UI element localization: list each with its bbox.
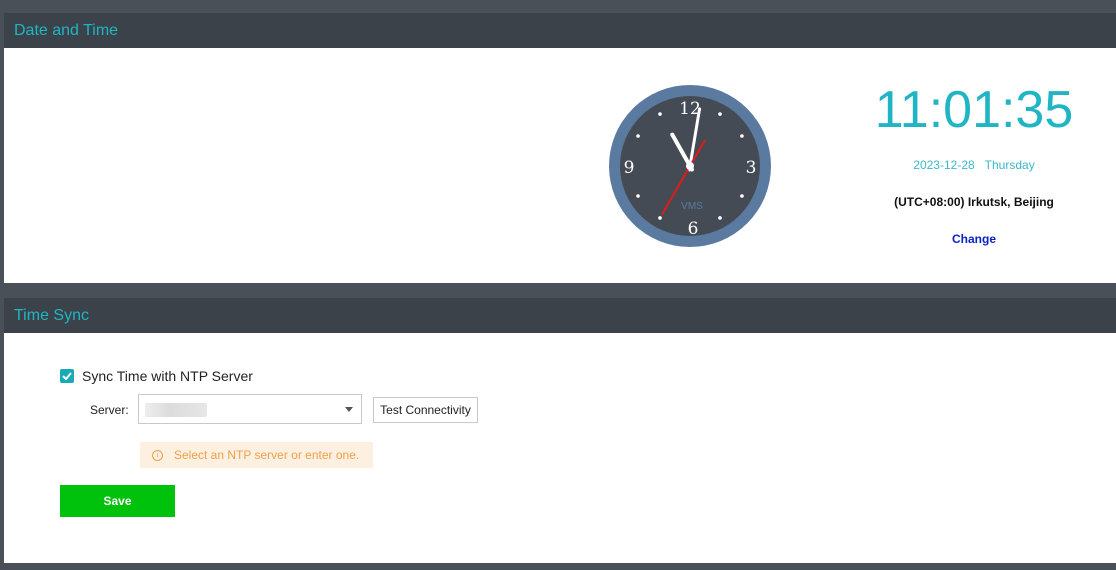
server-hint: i Select an NTP server or enter one. <box>140 442 373 468</box>
hour-dot <box>740 134 744 138</box>
server-label: Server: <box>90 403 129 417</box>
date-time-panel: 12 3 6 9 VMS 11:01:35 2023-12-28 Thursday… <box>4 48 1116 283</box>
hour-dot <box>636 134 640 138</box>
change-timezone-link[interactable]: Change <box>864 232 1084 246</box>
date-time-title: Date and Time <box>14 21 119 39</box>
caret-down-icon <box>345 407 353 412</box>
hour-dot <box>718 216 722 220</box>
test-connectivity-button[interactable]: Test Connectivity <box>373 397 478 423</box>
numeral-9: 9 <box>624 158 635 178</box>
time-sync-panel: Sync Time with NTP Server Server: Test C… <box>4 333 1116 563</box>
info-icon: i <box>152 449 163 461</box>
numeral-6: 6 <box>688 219 699 239</box>
server-value-redacted <box>145 403 207 417</box>
analog-clock: 12 3 6 9 VMS <box>608 84 772 248</box>
date-value: 2023-12-28 <box>913 158 975 172</box>
check-icon <box>62 372 72 380</box>
weekday-value: Thursday <box>984 158 1035 172</box>
server-hint-text: Select an NTP server or enter one. <box>174 448 360 462</box>
hour-dot <box>740 194 744 198</box>
numeral-3: 3 <box>746 158 757 178</box>
clock-svg: 12 3 6 9 VMS <box>609 85 771 247</box>
sync-ntp-label[interactable]: Sync Time with NTP Server <box>82 368 253 384</box>
timezone-value: (UTC+08:00) Irkutsk, Beijing <box>894 195 1054 209</box>
hour-dot <box>718 112 722 116</box>
date-time-header: Date and Time <box>4 13 1116 48</box>
hour-dot <box>658 112 662 116</box>
hour-dot <box>658 216 662 220</box>
date-line: 2023-12-28 Thursday <box>864 158 1084 172</box>
sync-ntp-checkbox[interactable] <box>60 369 74 383</box>
clock-pin <box>686 162 694 170</box>
hour-dot <box>636 194 640 198</box>
save-button[interactable]: Save <box>60 485 175 517</box>
time-sync-header: Time Sync <box>4 298 1116 333</box>
time-sync-title: Time Sync <box>14 306 89 324</box>
server-select[interactable] <box>138 394 362 424</box>
sync-ntp-row: Sync Time with NTP Server <box>60 368 253 384</box>
digital-time: 11:01:35 <box>874 81 1074 139</box>
clock-brand: VMS <box>681 201 703 212</box>
